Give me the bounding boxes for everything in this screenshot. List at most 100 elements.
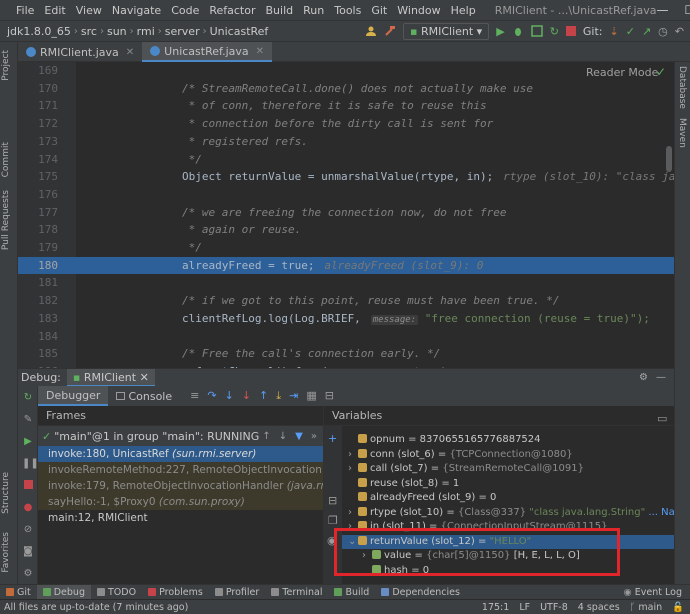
reader-mode-toggle[interactable]: Reader Mode bbox=[586, 66, 658, 79]
caret-position[interactable]: 175:1 bbox=[482, 602, 509, 613]
camera-icon[interactable]: ◙ bbox=[22, 546, 34, 558]
git-branch[interactable]: ᚴ main bbox=[630, 602, 662, 613]
stack-frame[interactable]: invokeRemoteMethod:227, RemoteObjectInvo… bbox=[38, 462, 323, 478]
menu-edit[interactable]: Edit bbox=[39, 4, 70, 17]
maven-tool-tab[interactable]: Maven bbox=[677, 118, 687, 148]
history-icon[interactable]: ◷ bbox=[658, 25, 668, 38]
breadcrumb-item[interactable]: UnicastRef bbox=[207, 25, 272, 38]
tool-tab-dependencies[interactable]: Dependencies bbox=[375, 585, 466, 600]
debug-session-tab[interactable]: ▪ RMIClient ✕ bbox=[66, 368, 155, 387]
add-watch-icon[interactable]: + bbox=[328, 432, 337, 445]
variable-row[interactable]: reuse (slot_8) = 1 bbox=[342, 477, 674, 492]
lock-icon[interactable]: 🔓 bbox=[672, 602, 684, 613]
mute-breakpoints-icon[interactable]: ⊘ bbox=[22, 524, 34, 536]
menu-build[interactable]: Build bbox=[261, 4, 299, 17]
tab-console[interactable]: Console bbox=[108, 386, 180, 406]
menu-navigate[interactable]: Navigate bbox=[107, 4, 166, 17]
rerun-icon[interactable]: ↻ bbox=[22, 392, 34, 404]
commit-tool-tab[interactable]: Commit bbox=[1, 142, 11, 177]
stack-frame[interactable]: invoke:180, UnicastRef (sun.rmi.server) bbox=[38, 446, 323, 462]
code-line[interactable]: 185 /* Free the call's connection early. … bbox=[18, 345, 674, 363]
menu-view[interactable]: View bbox=[71, 4, 107, 17]
step-over-icon[interactable]: ↷ bbox=[207, 389, 216, 403]
step-into-icon[interactable]: ↓ bbox=[225, 389, 234, 403]
variable-row[interactable]: › rtype (slot_10) = {Class@337} "class ja… bbox=[342, 506, 674, 521]
tool-tab-problems[interactable]: Problems bbox=[142, 585, 209, 600]
stack-frame[interactable]: sayHello:-1, $Proxy0 (com.sun.proxy) bbox=[38, 494, 323, 510]
database-tool-tab[interactable]: Database bbox=[677, 66, 687, 109]
code-line[interactable]: 173 * registered refs. bbox=[18, 133, 674, 151]
maximize-icon[interactable]: ☐ bbox=[685, 3, 690, 17]
stack-frame[interactable]: main:12, RMIClient bbox=[38, 510, 323, 526]
view-breakpoints-icon[interactable]: ● bbox=[22, 502, 34, 514]
tab-debugger[interactable]: Debugger bbox=[38, 386, 109, 406]
code-line[interactable]: 181 bbox=[18, 274, 674, 292]
event-log-tab[interactable]: ◉ Event Log bbox=[618, 585, 690, 600]
tab-unicastref[interactable]: UnicastRef.java ✕ bbox=[142, 42, 273, 62]
stack-frame[interactable]: invoke:179, RemoteObjectInvocationHandle… bbox=[38, 478, 323, 494]
breadcrumb-item[interactable]: sun bbox=[104, 25, 130, 38]
variable-row[interactable]: opnum = 8370655165776887524 bbox=[342, 433, 674, 448]
file-encoding[interactable]: UTF-8 bbox=[540, 602, 568, 613]
status-message[interactable]: All files are up-to-date (7 minutes ago) bbox=[0, 602, 188, 613]
account-icon[interactable] bbox=[365, 25, 377, 37]
project-tool-tab[interactable]: Project bbox=[1, 50, 11, 81]
breadcrumb-item[interactable]: server bbox=[162, 25, 203, 38]
code-line[interactable]: 171 * of conn, therefore it is safe to r… bbox=[18, 97, 674, 115]
menu-window[interactable]: Window bbox=[392, 4, 445, 17]
code-line[interactable]: 177 /* we are freeing the connection now,… bbox=[18, 204, 674, 222]
code-line[interactable]: 169 bbox=[18, 62, 674, 80]
code-line[interactable]: 180 alreadyFreed = true; alreadyFreed (slo… bbox=[18, 256, 674, 275]
code-line[interactable]: 175 Object returnValue = unmarshalValue(r… bbox=[18, 168, 674, 186]
evaluate-expression-icon[interactable]: ▦ bbox=[306, 389, 316, 403]
navigate-link[interactable]: ... Navigate bbox=[648, 507, 674, 518]
tool-tab-terminal[interactable]: Terminal bbox=[265, 585, 328, 600]
menu-code[interactable]: Code bbox=[166, 4, 204, 17]
variable-row[interactable]: › conn (slot_6) = {TCPConnection@1080} bbox=[342, 448, 674, 463]
code-line[interactable]: 174 */ bbox=[18, 151, 674, 169]
code-line[interactable]: 184 bbox=[18, 328, 674, 346]
up-arrow-icon[interactable]: ↑ bbox=[262, 431, 270, 442]
git-push-icon[interactable]: ↗ bbox=[642, 25, 651, 38]
build-hammer-icon[interactable] bbox=[384, 25, 396, 37]
run-to-cursor-icon[interactable]: ⇥ bbox=[289, 389, 298, 403]
expand-arrow-icon[interactable]: › bbox=[348, 448, 358, 463]
minimize-icon[interactable]: — bbox=[657, 3, 669, 17]
down-arrow-icon[interactable]: ↓ bbox=[279, 431, 287, 442]
pause-icon[interactable]: ❚❚ bbox=[22, 458, 39, 470]
step-out-icon[interactable]: ↑ bbox=[259, 389, 268, 403]
tool-tab-debug[interactable]: Debug bbox=[36, 584, 91, 600]
stop-icon[interactable] bbox=[565, 26, 576, 36]
resume-icon[interactable]: ▶ bbox=[22, 436, 34, 448]
breadcrumb-item[interactable]: src bbox=[78, 25, 100, 38]
line-separator[interactable]: LF bbox=[519, 602, 530, 613]
inspection-ok-icon[interactable]: ✓ bbox=[656, 65, 666, 79]
code-line[interactable]: 172 * connection before the dirty call i… bbox=[18, 115, 674, 133]
reload-icon[interactable]: ↻ bbox=[550, 25, 559, 38]
more-chevron-icon[interactable]: » bbox=[311, 431, 317, 442]
menu-help[interactable]: Help bbox=[446, 4, 481, 17]
menu-git[interactable]: Git bbox=[366, 4, 392, 17]
git-update-icon[interactable]: ⇣ bbox=[610, 25, 619, 38]
drop-frame-icon[interactable]: ⤓ bbox=[276, 389, 281, 403]
variable-row[interactable]: alreadyFreed (slot_9) = 0 bbox=[342, 491, 674, 506]
code-line[interactable]: 182 /* if we got to this point, reuse mus… bbox=[18, 292, 674, 310]
menu-run[interactable]: Run bbox=[298, 4, 329, 17]
variable-row[interactable]: › call (slot_7) = {StreamRemoteCall@1091} bbox=[342, 462, 674, 477]
modify-config-icon[interactable]: ✎ bbox=[22, 414, 34, 426]
code-line[interactable]: 170 /* StreamRemoteCall.done() does not a… bbox=[18, 80, 674, 98]
indent-setting[interactable]: 4 spaces bbox=[578, 602, 620, 613]
close-tab-icon[interactable]: ✕ bbox=[126, 47, 134, 58]
editor-scrollbar[interactable] bbox=[666, 146, 672, 172]
close-tab-icon[interactable]: ✕ bbox=[256, 46, 264, 57]
stop-icon[interactable] bbox=[22, 480, 34, 492]
expand-arrow-icon[interactable]: › bbox=[348, 506, 358, 521]
breadcrumb-item[interactable]: jdk1.8.0_65 bbox=[4, 25, 74, 38]
force-step-into-icon[interactable]: ↓ bbox=[242, 389, 251, 403]
code-editor[interactable]: 169 170 /* StreamRemoteCall.done() does no… bbox=[18, 62, 674, 368]
git-commit-icon[interactable]: ✓ bbox=[626, 25, 635, 38]
layout-settings-icon[interactable]: ≡ bbox=[190, 389, 199, 403]
tool-tab-profiler[interactable]: Profiler bbox=[209, 585, 265, 600]
thread-selector[interactable]: ✓ "main"@1 in group "main": RUNNING ↑ ↓ … bbox=[38, 426, 323, 446]
expand-arrow-icon[interactable]: › bbox=[348, 462, 358, 477]
